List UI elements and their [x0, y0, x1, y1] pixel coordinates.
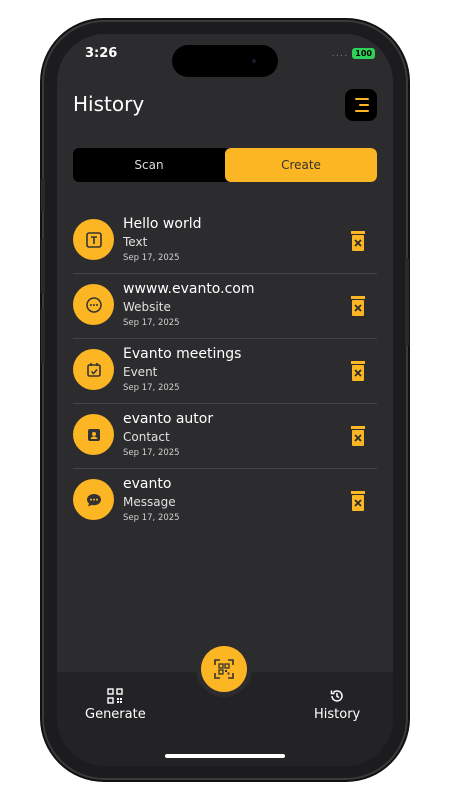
item-type: Event — [123, 365, 158, 379]
item-title: evanto autor — [123, 411, 214, 427]
volume-down-button — [41, 308, 45, 364]
power-button — [405, 258, 409, 346]
item-date: Sep 17, 2025 — [123, 513, 180, 523]
item-date: Sep 17, 2025 — [123, 253, 180, 263]
calendar-icon — [73, 349, 114, 390]
history-item[interactable]: evanto Message Sep 17, 2025 — [73, 470, 377, 533]
battery-icon: 100 — [352, 48, 375, 59]
menu-button[interactable] — [345, 89, 377, 121]
home-indicator — [165, 754, 285, 758]
nav-history[interactable]: History — [314, 688, 360, 722]
page-title: History — [73, 92, 145, 116]
nav-history-label: History — [314, 707, 361, 722]
tab-switcher: Scan Create — [73, 148, 377, 182]
history-list: Hello world Text Sep 17, 2025 wwww.evant… — [73, 210, 377, 534]
history-item[interactable]: evanto autor Contact Sep 17, 2025 — [73, 405, 377, 469]
camera-dot — [252, 59, 256, 63]
text-icon — [73, 219, 114, 260]
delete-icon[interactable] — [349, 490, 367, 512]
item-date: Sep 17, 2025 — [123, 318, 180, 328]
status-time: 3:26 — [85, 46, 118, 61]
status-indicators: .... 100 — [332, 48, 375, 59]
volume-up-button — [41, 238, 45, 294]
nav-generate-label: Generate — [85, 707, 146, 722]
delete-icon[interactable] — [349, 425, 367, 447]
scan-fab-button[interactable] — [201, 646, 247, 692]
mute-switch — [41, 178, 45, 212]
item-title: Evanto meetings — [123, 346, 242, 362]
item-type: Website — [123, 300, 171, 314]
tab-create[interactable]: Create — [225, 148, 377, 182]
qr-scan-icon — [214, 659, 234, 679]
qr-grid-icon — [107, 688, 124, 704]
item-title: evanto — [123, 476, 172, 492]
history-item[interactable]: wwww.evanto.com Website Sep 17, 2025 — [73, 275, 377, 339]
history-clock-icon — [330, 690, 343, 702]
message-icon — [73, 479, 114, 520]
contact-icon — [73, 414, 114, 455]
item-date: Sep 17, 2025 — [123, 448, 180, 458]
delete-icon[interactable] — [349, 295, 367, 317]
history-item[interactable]: Evanto meetings Event Sep 17, 2025 — [73, 340, 377, 404]
link-icon — [73, 284, 114, 325]
dynamic-island — [172, 45, 278, 77]
menu-icon — [355, 98, 369, 100]
item-type: Text — [123, 235, 148, 249]
item-type: Contact — [123, 430, 170, 444]
item-title: Hello world — [123, 216, 202, 232]
screen: 3:26 .... 100 History Scan Create Hello … — [57, 34, 393, 766]
nav-generate[interactable]: Generate — [85, 688, 146, 722]
history-item[interactable]: Hello world Text Sep 17, 2025 — [73, 210, 377, 274]
delete-icon[interactable] — [349, 230, 367, 252]
item-date: Sep 17, 2025 — [123, 383, 180, 393]
signal-icon: .... — [331, 48, 349, 59]
delete-icon[interactable] — [349, 360, 367, 382]
item-title: wwww.evanto.com — [123, 281, 255, 297]
tab-scan[interactable]: Scan — [73, 148, 225, 182]
item-type: Message — [123, 495, 176, 509]
